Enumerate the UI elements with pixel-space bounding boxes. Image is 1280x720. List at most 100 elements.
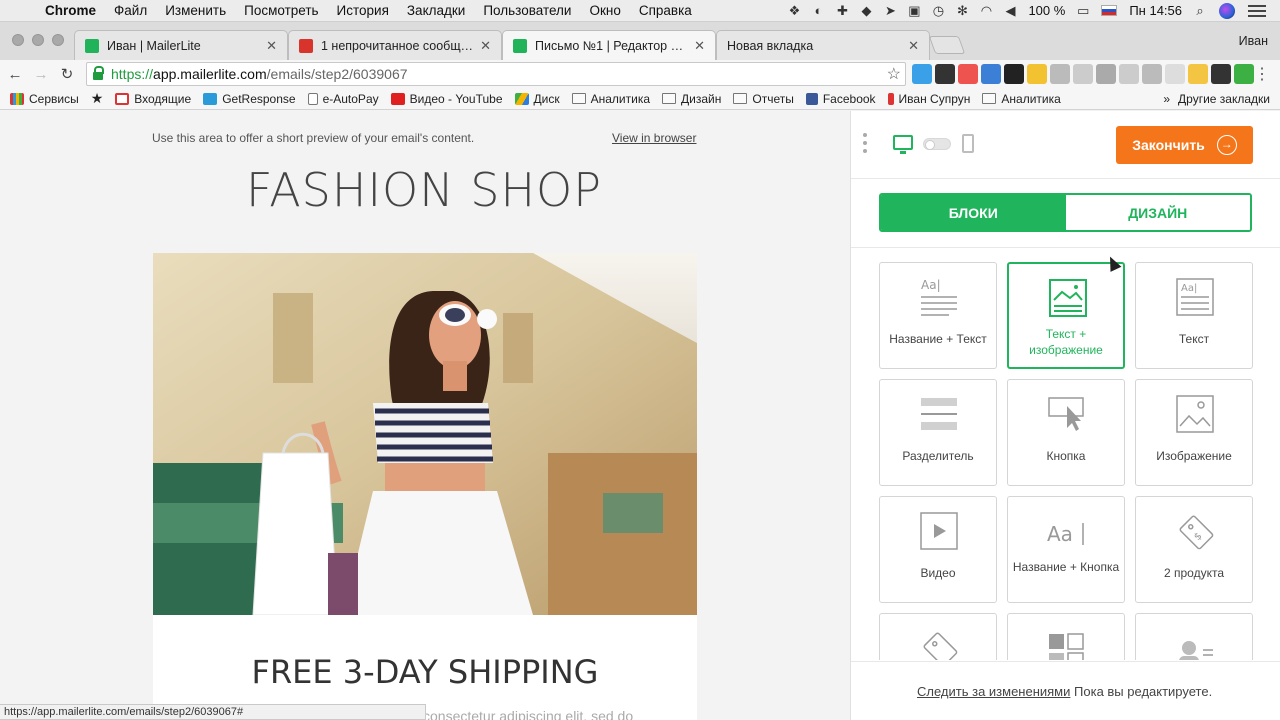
extension-icon[interactable] [1211,64,1231,84]
block-person[interactable] [1135,613,1253,660]
extension-icon[interactable] [935,64,955,84]
close-window-button[interactable] [12,34,24,46]
other-bookmarks[interactable]: » Другие закладки [1163,92,1270,106]
calendar-extension-icon[interactable] [1004,64,1024,84]
tab-design[interactable]: ДИЗАЙН [1065,195,1250,230]
email-body-text[interactable]: consectetur adipiscing elit, sed do [423,708,633,720]
menu-window[interactable]: Окно [580,3,629,18]
tab-mailerlite[interactable]: Иван | MailerLite ✕ [74,30,288,60]
bookmark-apps[interactable]: Сервисы [10,92,79,106]
dropbox-icon[interactable]: ❖ [782,3,806,19]
bookmark-drive[interactable]: Диск [514,92,560,106]
block-divider[interactable]: Разделитель [879,379,997,486]
download-extension-icon[interactable] [1234,64,1254,84]
menu-history[interactable]: История [328,3,398,18]
block-two-products[interactable]: $ 2 продукта [1135,496,1253,603]
notification-center-icon[interactable] [1248,4,1266,17]
tab-close-icon[interactable]: ✕ [694,38,705,54]
block-text[interactable]: Aa| Текст [1135,262,1253,369]
finish-button[interactable]: Закончить → [1116,126,1253,164]
screen-share-icon[interactable]: ▣ [902,3,926,19]
bookmark-folder-analytics[interactable]: Аналитика [571,92,650,106]
extension-icon[interactable] [1188,64,1208,84]
tab-gmail[interactable]: 1 непрочитанное сообщение ✕ [288,30,502,60]
mobile-preview-icon[interactable] [962,134,974,153]
extension-icon[interactable] [1165,64,1185,84]
bookmark-folder-analytics-2[interactable]: Аналитика [982,92,1061,106]
extension-icon[interactable] [1050,64,1070,84]
time-machine-icon[interactable]: ◷ [926,3,950,19]
block-product[interactable] [879,613,997,660]
volume-icon[interactable]: ◀ [998,3,1022,19]
clock[interactable]: Пн 14:56 [1123,3,1188,18]
extension-icon[interactable] [1119,64,1139,84]
extension-icon[interactable] [912,64,932,84]
spotlight-search-icon[interactable]: ⌕ [1188,3,1212,19]
bookmark-folder-design[interactable]: Дизайн [662,92,721,106]
evernote-icon[interactable]: ◆ [854,3,878,19]
bookmark-star[interactable]: ★ [91,90,104,107]
drag-handle-icon[interactable] [863,133,867,157]
tab-blocks[interactable]: БЛОКИ [881,195,1066,230]
email-headline[interactable]: FREE 3-DAY SHIPPING [153,653,697,691]
lock-icon[interactable] [93,66,104,80]
email-brand-title[interactable]: FASHION SHOP [152,163,696,217]
tab-new[interactable]: Новая вкладка ✕ [716,30,930,60]
minimize-window-button[interactable] [32,34,44,46]
view-in-browser-link[interactable]: View in browser [612,131,696,145]
bookmark-getresponse[interactable]: GetResponse [203,92,296,106]
input-source-flag-icon[interactable] [1101,5,1118,16]
tab-close-icon[interactable]: ✕ [266,38,277,54]
extension-icon[interactable] [958,64,978,84]
bluetooth-icon[interactable]: ✻ [950,3,974,19]
chrome-menu-icon[interactable]: ⋮ [1254,64,1270,84]
wifi-icon[interactable]: ◠ [974,3,998,19]
desktop-preview-icon[interactable] [893,135,913,154]
address-bar[interactable]: https://app.mailerlite.com/emails/step2/… [86,62,906,86]
reload-icon[interactable]: ↻ [54,65,80,83]
bookmark-eautopay[interactable]: e-AutoPay [307,92,379,106]
bookmark-ivan-suprun[interactable]: Иван Супрун [887,92,970,106]
block-title-button[interactable]: Aa Название + Кнопка [1007,496,1125,603]
medical-plus-icon[interactable]: ✚ [830,3,854,19]
back-arrow-icon[interactable]: ← [2,66,28,83]
menu-help[interactable]: Справка [630,3,701,18]
zoom-window-button[interactable] [52,34,64,46]
bookmark-inbox[interactable]: Входящие [115,92,191,106]
menu-file[interactable]: Файл [105,3,156,18]
extension-icon[interactable] [1027,64,1047,84]
tray-app-icon[interactable]: ◐ [806,3,830,18]
block-button[interactable]: Кнопка [1007,379,1125,486]
bookmark-star-icon[interactable]: ☆ [887,64,901,84]
location-icon[interactable]: ➤ [878,3,902,19]
new-tab-button[interactable] [928,36,966,54]
tab-close-icon[interactable]: ✕ [480,38,491,54]
bookmark-youtube[interactable]: Видео - YouTube [390,92,503,106]
extension-icon[interactable] [1096,64,1116,84]
menu-people[interactable]: Пользователи [474,3,580,18]
hero-image[interactable] [153,253,697,615]
forward-arrow-icon[interactable]: → [28,66,54,83]
block-image[interactable]: Изображение [1135,379,1253,486]
extension-icon[interactable] [981,64,1001,84]
extension-icon[interactable] [1073,64,1093,84]
bookmark-facebook[interactable]: Facebook [805,92,876,106]
track-changes-link[interactable]: Следить за изменениями [917,684,1070,699]
block-social[interactable] [1007,613,1125,660]
menu-edit[interactable]: Изменить [156,3,235,18]
email-preheader[interactable]: Use this area to offer a short preview o… [152,131,474,145]
device-toggle[interactable] [923,138,951,150]
battery-percent[interactable]: 100 % [1022,3,1071,18]
profile-name[interactable]: Иван [1239,34,1268,48]
block-title-text[interactable]: Aa| Название + Текст [879,262,997,369]
siri-icon[interactable] [1219,2,1235,19]
tab-close-icon[interactable]: ✕ [908,38,919,54]
menu-app-name[interactable]: Chrome [36,3,105,18]
menu-view[interactable]: Посмотреть [235,3,327,18]
menu-bookmarks[interactable]: Закладки [398,3,474,18]
battery-icon[interactable]: ▭ [1071,3,1095,19]
block-video[interactable]: Видео [879,496,997,603]
block-text-image[interactable]: Текст + изображение [1007,262,1125,369]
tab-email-editor[interactable]: Письмо №1 | Редактор пользователя ✕ [502,30,716,60]
extension-icon[interactable] [1142,64,1162,84]
